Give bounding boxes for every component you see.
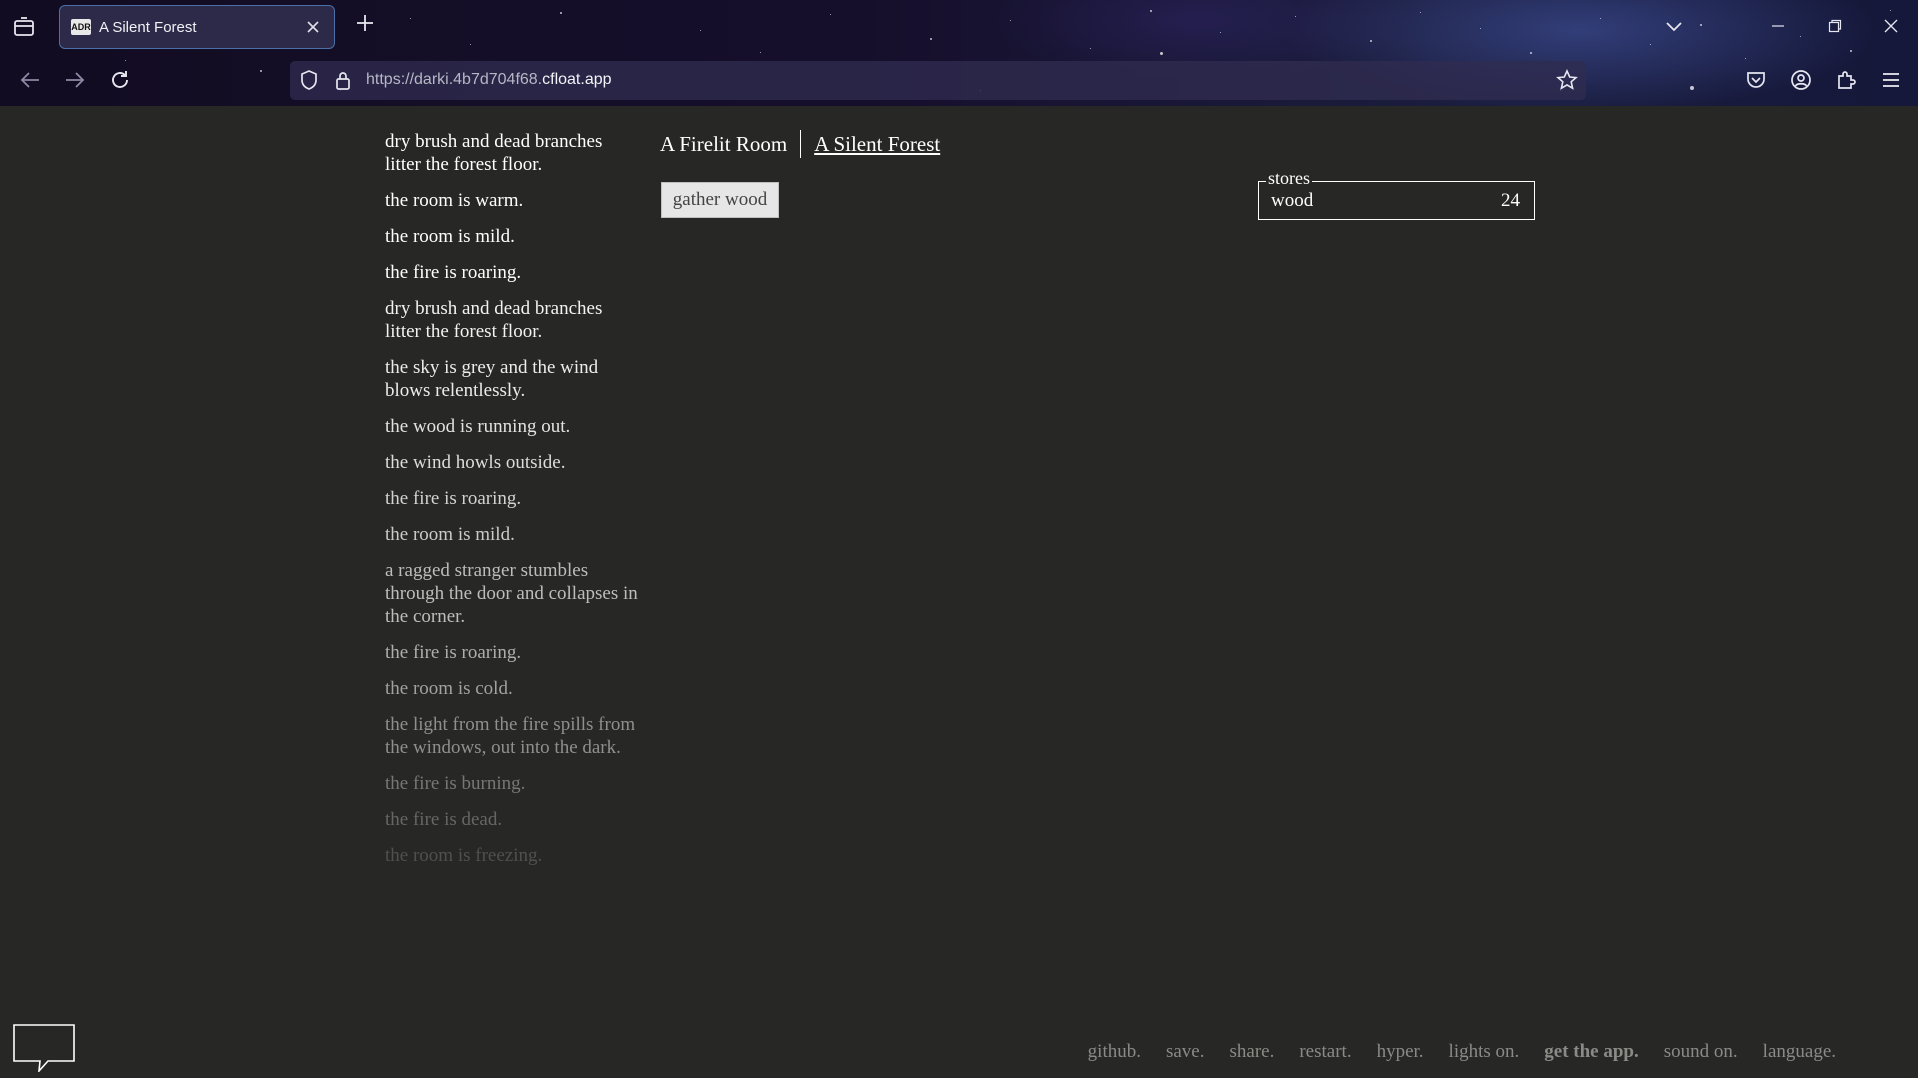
footer-link-restart[interactable]: restart. [1299, 1041, 1351, 1063]
new-tab-plus-icon[interactable] [351, 12, 379, 40]
feedback-speech-bubble-icon[interactable] [13, 1024, 77, 1074]
star-dot [1370, 40, 1372, 42]
notification-item: the fire is roaring. [385, 488, 522, 509]
store-row-wood: wood 24 [1271, 190, 1520, 212]
footer-link-get-app[interactable]: get the app. [1544, 1041, 1638, 1063]
header-tab-silent-forest[interactable]: A Silent Forest [814, 131, 940, 157]
notification-item: a ragged stranger stumbles through the d… [385, 560, 638, 627]
account-icon[interactable] [1788, 67, 1814, 93]
extensions-puzzle-icon[interactable] [1833, 67, 1859, 93]
list-all-tabs-icon[interactable] [12, 16, 38, 40]
minimize-window-icon[interactable] [1764, 12, 1792, 40]
star-dot [470, 44, 471, 45]
star-dot [760, 52, 761, 53]
address-bar[interactable]: https://darki.4b7d704f68.cfloat.app [290, 61, 1586, 100]
close-window-icon[interactable] [1877, 12, 1905, 40]
star-dot [1010, 20, 1011, 21]
store-name: wood [1271, 190, 1314, 211]
notification-item: the wood is running out. [385, 416, 571, 437]
footer-link-share[interactable]: share. [1230, 1041, 1275, 1063]
footer-link-language[interactable]: language. [1763, 1041, 1836, 1063]
star-dot [1600, 18, 1601, 19]
star-dot [1480, 28, 1481, 29]
notification-item: the room is cold. [385, 678, 513, 699]
notification-item: the sky is grey and the wind blows relen… [385, 357, 599, 401]
footer-link-hyper[interactable]: hyper. [1377, 1041, 1424, 1063]
url-host: cfloat.app [542, 71, 612, 88]
browser-tab-active[interactable]: ADR A Silent Forest [59, 5, 335, 49]
notifications-log: dry brush and dead branches litter the f… [385, 130, 640, 880]
star-dot [1150, 10, 1152, 12]
star-dot [830, 14, 831, 15]
star-dot [1220, 32, 1221, 33]
notification-item: the fire is dead. [385, 809, 503, 830]
star-dot [560, 12, 562, 14]
star-dot [125, 60, 126, 61]
lock-icon[interactable] [330, 67, 356, 93]
pocket-icon[interactable] [1743, 67, 1769, 93]
star-dot [1650, 44, 1651, 45]
back-arrow-icon[interactable] [16, 66, 44, 94]
notification-item: dry brush and dead branches litter the f… [385, 298, 603, 342]
notification-item: the room is mild. [385, 226, 515, 247]
reload-icon[interactable] [106, 66, 134, 94]
notification-item: the fire is roaring. [385, 262, 522, 283]
forward-arrow-icon[interactable] [61, 66, 89, 94]
star-dot [1800, 36, 1801, 37]
star-dot [1745, 58, 1746, 59]
footer-menu: github. save. share. restart. hyper. lig… [1063, 1041, 1836, 1063]
store-value: 24 [1501, 190, 1520, 211]
star-dot [1690, 86, 1694, 90]
bookmark-star-icon[interactable] [1554, 67, 1580, 93]
footer-link-lights[interactable]: lights on. [1449, 1041, 1520, 1063]
url-prefix: https://darki.4b7d704f68. [366, 71, 543, 88]
star-dot [1700, 24, 1702, 26]
location-header: A Firelit Room A Silent Forest [660, 130, 940, 158]
footer-link-sound[interactable]: sound on. [1664, 1041, 1738, 1063]
star-dot [1090, 48, 1091, 49]
notification-item: the light from the fire spills from the … [385, 714, 636, 758]
star-dot [930, 38, 932, 40]
star-dot [260, 70, 262, 72]
star-dot [700, 30, 701, 31]
star-dot [1850, 50, 1852, 52]
url-text[interactable]: https://darki.4b7d704f68.cfloat.app [366, 71, 612, 89]
tracking-protection-shield-icon[interactable] [296, 67, 322, 93]
stores-legend: stores [1266, 168, 1312, 188]
tab-close-icon[interactable] [302, 16, 324, 38]
notification-item: dry brush and dead branches litter the f… [385, 131, 603, 175]
notification-item: the room is warm. [385, 190, 524, 211]
notification-item: the wind howls outside. [385, 452, 566, 473]
star-dot [1530, 52, 1532, 54]
footer-link-github[interactable]: github. [1088, 1041, 1141, 1063]
notification-item: the fire is roaring. [385, 642, 522, 663]
tab-favicon-icon: ADR [71, 19, 91, 35]
star-dot [1890, 10, 1891, 11]
tab-overflow-chevron-down-icon[interactable] [1660, 12, 1688, 40]
menu-hamburger-icon[interactable] [1878, 67, 1904, 93]
gather-wood-button[interactable]: gather wood [661, 182, 779, 218]
notification-item: the room is freezing. [385, 845, 543, 866]
header-divider [800, 130, 802, 158]
restore-window-icon[interactable] [1821, 12, 1849, 40]
star-dot [1420, 12, 1421, 13]
notification-item: the room is mild. [385, 524, 515, 545]
star-dot [410, 18, 411, 19]
footer-link-save[interactable]: save. [1166, 1041, 1205, 1063]
browser-chrome: ADR A Silent Forest https://darki.4b7d70… [0, 0, 1918, 106]
tab-title: A Silent Forest [99, 18, 197, 36]
stores-panel: stores wood 24 [1258, 168, 1535, 220]
star-dot [1160, 52, 1163, 55]
notification-item: the fire is burning. [385, 773, 526, 794]
header-tab-firelit-room[interactable]: A Firelit Room [660, 131, 787, 157]
star-dot [1295, 16, 1296, 17]
